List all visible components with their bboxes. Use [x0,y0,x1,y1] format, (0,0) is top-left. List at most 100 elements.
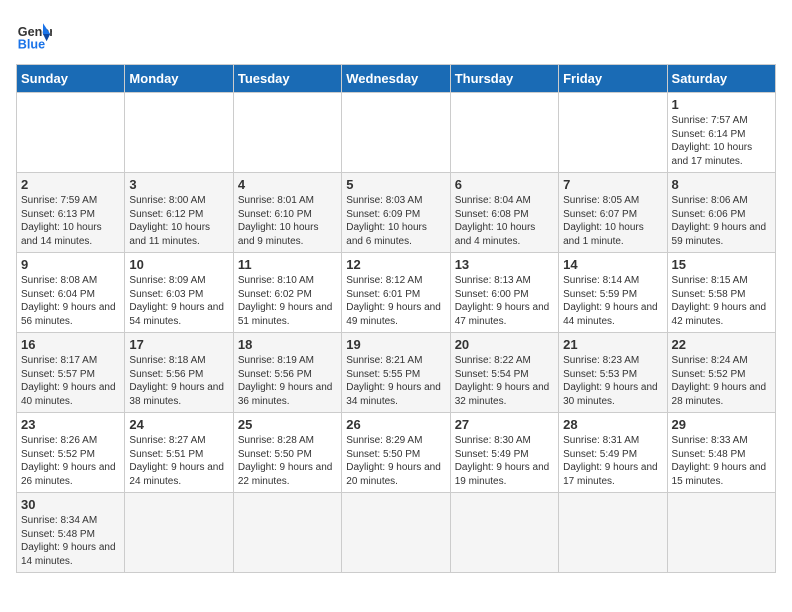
calendar-cell [125,493,233,573]
day-number: 13 [455,257,554,272]
header-saturday: Saturday [667,65,775,93]
calendar-cell: 13 Sunrise: 8:13 AM Sunset: 6:00 PM Dayli… [450,253,558,333]
day-number: 3 [129,177,228,192]
calendar-cell: 8 Sunrise: 8:06 AM Sunset: 6:06 PM Daylig… [667,173,775,253]
day-number: 9 [21,257,120,272]
day-number: 23 [21,417,120,432]
day-info: Sunrise: 8:31 AM Sunset: 5:49 PM Dayligh… [563,434,662,488]
calendar-cell: 19 Sunrise: 8:21 AM Sunset: 5:55 PM Dayli… [342,333,450,413]
day-number: 20 [455,337,554,352]
logo-icon: General Blue [16,16,52,52]
calendar-cell: 9 Sunrise: 8:08 AM Sunset: 6:04 PM Daylig… [17,253,125,333]
day-number: 8 [672,177,771,192]
calendar-cell: 18 Sunrise: 8:19 AM Sunset: 5:56 PM Dayli… [233,333,341,413]
calendar-cell: 29Sunrise: 8:33 AM Sunset: 5:48 PM Dayli… [667,413,775,493]
svg-text:Blue: Blue [18,37,45,51]
header-thursday: Thursday [450,65,558,93]
calendar-cell: 6 Sunrise: 8:04 AM Sunset: 6:08 PM Daylig… [450,173,558,253]
day-info: Sunrise: 8:04 AM Sunset: 6:08 PM Dayligh… [455,194,554,248]
calendar-cell: 21Sunrise: 8:23 AM Sunset: 5:53 PM Dayli… [559,333,667,413]
calendar-cell [125,93,233,173]
page-header: General Blue [16,16,776,52]
day-info: Sunrise: 8:03 AM Sunset: 6:09 PM Dayligh… [346,194,445,248]
day-number: 24 [129,417,228,432]
day-info: Sunrise: 8:27 AM Sunset: 5:51 PM Dayligh… [129,434,228,488]
calendar-cell: 27 Sunrise: 8:30 AM Sunset: 5:49 PM Dayli… [450,413,558,493]
day-number: 26 [346,417,445,432]
day-number: 25 [238,417,337,432]
calendar-cell: 11Sunrise: 8:10 AM Sunset: 6:02 PM Dayli… [233,253,341,333]
day-info: Sunrise: 8:23 AM Sunset: 5:53 PM Dayligh… [563,354,662,408]
day-info: Sunrise: 8:18 AM Sunset: 5:56 PM Dayligh… [129,354,228,408]
day-info: Sunrise: 8:08 AM Sunset: 6:04 PM Dayligh… [21,274,120,328]
calendar-cell: 14Sunrise: 8:14 AM Sunset: 5:59 PM Dayli… [559,253,667,333]
calendar-week-6: 30Sunrise: 8:34 AM Sunset: 5:48 PM Dayli… [17,493,776,573]
calendar-cell: 1Sunrise: 7:57 AM Sunset: 6:14 PM Daylig… [667,93,775,173]
calendar-cell: 25 Sunrise: 8:28 AM Sunset: 5:50 PM Dayli… [233,413,341,493]
day-number: 6 [455,177,554,192]
day-info: Sunrise: 8:13 AM Sunset: 6:00 PM Dayligh… [455,274,554,328]
calendar-cell: 3 Sunrise: 8:00 AM Sunset: 6:12 PM Daylig… [125,173,233,253]
day-info: Sunrise: 8:26 AM Sunset: 5:52 PM Dayligh… [21,434,120,488]
day-info: Sunrise: 8:29 AM Sunset: 5:50 PM Dayligh… [346,434,445,488]
header-wednesday: Wednesday [342,65,450,93]
day-info: Sunrise: 8:14 AM Sunset: 5:59 PM Dayligh… [563,274,662,328]
calendar-cell: 10Sunrise: 8:09 AM Sunset: 6:03 PM Dayli… [125,253,233,333]
calendar-cell [559,493,667,573]
calendar-cell: 30Sunrise: 8:34 AM Sunset: 5:48 PM Dayli… [17,493,125,573]
header-friday: Friday [559,65,667,93]
day-number: 18 [238,337,337,352]
day-info: Sunrise: 8:00 AM Sunset: 6:12 PM Dayligh… [129,194,228,248]
day-info: Sunrise: 8:30 AM Sunset: 5:49 PM Dayligh… [455,434,554,488]
calendar-cell [233,493,341,573]
day-info: Sunrise: 7:59 AM Sunset: 6:13 PM Dayligh… [21,194,120,248]
day-info: Sunrise: 8:10 AM Sunset: 6:02 PM Dayligh… [238,274,337,328]
day-info: Sunrise: 8:19 AM Sunset: 5:56 PM Dayligh… [238,354,337,408]
day-number: 2 [21,177,120,192]
calendar-cell: 23 Sunrise: 8:26 AM Sunset: 5:52 PM Dayli… [17,413,125,493]
day-info: Sunrise: 8:06 AM Sunset: 6:06 PM Dayligh… [672,194,771,248]
day-info: Sunrise: 8:05 AM Sunset: 6:07 PM Dayligh… [563,194,662,248]
calendar-cell: 24 Sunrise: 8:27 AM Sunset: 5:51 PM Dayli… [125,413,233,493]
calendar-cell: 16 Sunrise: 8:17 AM Sunset: 5:57 PM Dayli… [17,333,125,413]
calendar-cell [667,493,775,573]
day-info: Sunrise: 8:28 AM Sunset: 5:50 PM Dayligh… [238,434,337,488]
calendar-cell: 20 Sunrise: 8:22 AM Sunset: 5:54 PM Dayli… [450,333,558,413]
day-info: Sunrise: 8:17 AM Sunset: 5:57 PM Dayligh… [21,354,120,408]
day-number: 19 [346,337,445,352]
day-number: 12 [346,257,445,272]
day-info: Sunrise: 8:12 AM Sunset: 6:01 PM Dayligh… [346,274,445,328]
calendar-cell: 7Sunrise: 8:05 AM Sunset: 6:07 PM Daylig… [559,173,667,253]
calendar-cell: 4 Sunrise: 8:01 AM Sunset: 6:10 PM Daylig… [233,173,341,253]
day-number: 16 [21,337,120,352]
day-number: 4 [238,177,337,192]
day-info: Sunrise: 8:24 AM Sunset: 5:52 PM Dayligh… [672,354,771,408]
calendar-cell [450,493,558,573]
day-info: Sunrise: 7:57 AM Sunset: 6:14 PM Dayligh… [672,114,771,168]
calendar-table: SundayMondayTuesdayWednesdayThursdayFrid… [16,64,776,573]
calendar-cell [342,93,450,173]
day-number: 27 [455,417,554,432]
day-info: Sunrise: 8:01 AM Sunset: 6:10 PM Dayligh… [238,194,337,248]
calendar-cell [342,493,450,573]
calendar-cell: 22 Sunrise: 8:24 AM Sunset: 5:52 PM Dayli… [667,333,775,413]
calendar-cell: 17Sunrise: 8:18 AM Sunset: 5:56 PM Dayli… [125,333,233,413]
day-number: 29 [672,417,771,432]
day-info: Sunrise: 8:22 AM Sunset: 5:54 PM Dayligh… [455,354,554,408]
calendar-cell: 5 Sunrise: 8:03 AM Sunset: 6:09 PM Daylig… [342,173,450,253]
calendar-cell [17,93,125,173]
calendar-week-3: 9 Sunrise: 8:08 AM Sunset: 6:04 PM Daylig… [17,253,776,333]
header-tuesday: Tuesday [233,65,341,93]
calendar-week-4: 16 Sunrise: 8:17 AM Sunset: 5:57 PM Dayli… [17,333,776,413]
day-number: 22 [672,337,771,352]
day-number: 30 [21,497,120,512]
day-info: Sunrise: 8:09 AM Sunset: 6:03 PM Dayligh… [129,274,228,328]
calendar-week-2: 2 Sunrise: 7:59 AM Sunset: 6:13 PM Daylig… [17,173,776,253]
calendar-cell [233,93,341,173]
day-number: 5 [346,177,445,192]
calendar-cell [450,93,558,173]
calendar-cell: 26 Sunrise: 8:29 AM Sunset: 5:50 PM Dayli… [342,413,450,493]
day-info: Sunrise: 8:21 AM Sunset: 5:55 PM Dayligh… [346,354,445,408]
calendar-cell: 15Sunrise: 8:15 AM Sunset: 5:58 PM Dayli… [667,253,775,333]
calendar-cell: 12 Sunrise: 8:12 AM Sunset: 6:01 PM Dayli… [342,253,450,333]
